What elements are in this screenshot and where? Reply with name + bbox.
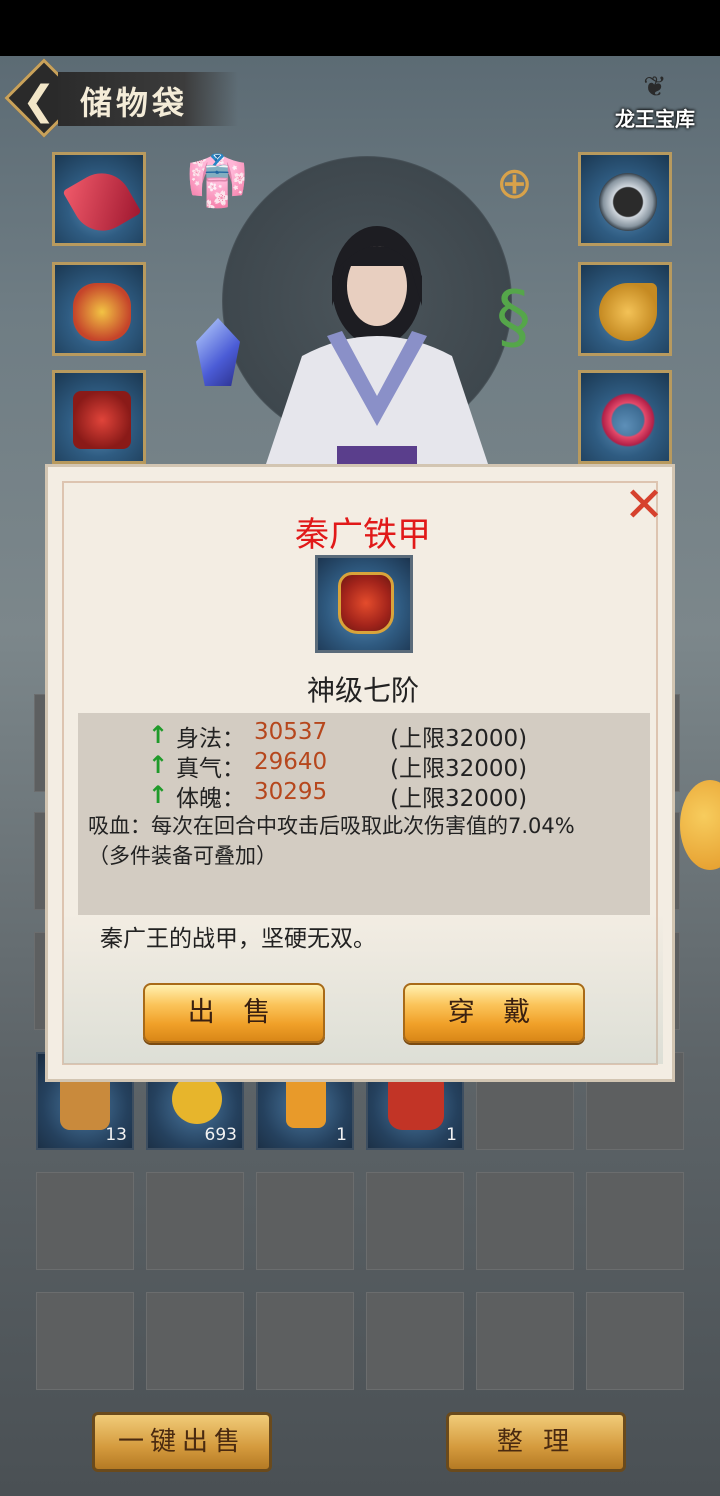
inventory-slot[interactable] [476, 1172, 574, 1270]
stat-value: 29640 [254, 749, 328, 775]
treasury-label: 龙王宝库 [615, 107, 695, 131]
bracelet-slot[interactable] [578, 370, 672, 464]
stat-value: 30537 [254, 719, 328, 745]
bracelet-icon [599, 391, 657, 449]
equip-button[interactable]: 穿 戴 [403, 983, 585, 1043]
inventory-slot[interactable] [36, 1292, 134, 1390]
inventory-slot[interactable] [256, 1172, 354, 1270]
weapon-slot[interactable] [52, 152, 146, 246]
item-grade: 神级七阶 [306, 674, 419, 707]
magnify-icon[interactable]: ⊕ [496, 158, 533, 209]
stat-name: 身法： [176, 726, 245, 752]
sell-all-button[interactable]: 一键出售 [92, 1412, 272, 1472]
item-icon-frame [315, 555, 413, 653]
up-arrow-icon: ↑ [148, 721, 169, 749]
inventory-slot[interactable] [366, 1172, 464, 1270]
dragon-icon: ❦ [643, 70, 667, 103]
inventory-slot[interactable] [36, 1172, 134, 1270]
item-name: 秦广铁甲 [295, 515, 431, 555]
back-arrow-icon: ❮ [22, 78, 56, 124]
stat-cap: (上限32000) [390, 726, 528, 752]
ring-slot[interactable] [578, 152, 672, 246]
inventory-slot[interactable] [586, 1292, 684, 1390]
sort-button[interactable]: 整 理 [446, 1412, 626, 1472]
status-bar [0, 0, 720, 56]
outfit-icon[interactable]: 👘 [186, 152, 248, 211]
item-description: 秦广王的战甲，坚硬无双。 [100, 926, 376, 952]
mascot-avatar[interactable] [680, 780, 720, 870]
treasury-button[interactable]: ❦ 龙王宝库 [605, 70, 705, 140]
page-title: 储物袋 [80, 84, 189, 122]
armor-icon [73, 391, 131, 449]
inventory-slot[interactable] [146, 1172, 244, 1270]
armor-slot[interactable] [52, 370, 146, 464]
helmet-slot[interactable] [52, 262, 146, 356]
inventory-slot[interactable] [146, 1292, 244, 1390]
ring-icon [599, 173, 657, 231]
stat-value: 30295 [254, 779, 328, 805]
stat-name: 体魄： [176, 786, 245, 812]
jade-pendant-icon [599, 283, 657, 341]
item-count: 13 [105, 1125, 127, 1145]
stat-cap: (上限32000) [390, 786, 528, 812]
up-arrow-icon: ↑ [148, 781, 169, 809]
amulet-slot[interactable] [578, 262, 672, 356]
special-effect: 吸血：每次在回合中攻击后吸取此次伤害值的7.04%（多件装备可叠加） [88, 814, 575, 868]
item-count: 693 [204, 1125, 237, 1145]
stat-name: 真气： [176, 756, 245, 782]
sword-icon [62, 162, 142, 242]
helmet-icon [73, 283, 131, 341]
stat-cap: (上限32000) [390, 756, 528, 782]
inventory-slot[interactable] [366, 1292, 464, 1390]
inventory-slot[interactable] [586, 1172, 684, 1270]
sell-button[interactable]: 出 售 [143, 983, 325, 1043]
item-count: 1 [446, 1125, 457, 1145]
up-arrow-icon: ↑ [148, 751, 169, 779]
item-count: 1 [336, 1125, 347, 1145]
armor-icon [338, 572, 394, 634]
inventory-slot[interactable] [256, 1292, 354, 1390]
item-detail-dialog: ✕ 秦广铁甲 神级七阶 ↑ 身法： 30537 (上限32000) ↑ 真气： … [45, 464, 675, 1082]
inventory-slot[interactable] [476, 1292, 574, 1390]
